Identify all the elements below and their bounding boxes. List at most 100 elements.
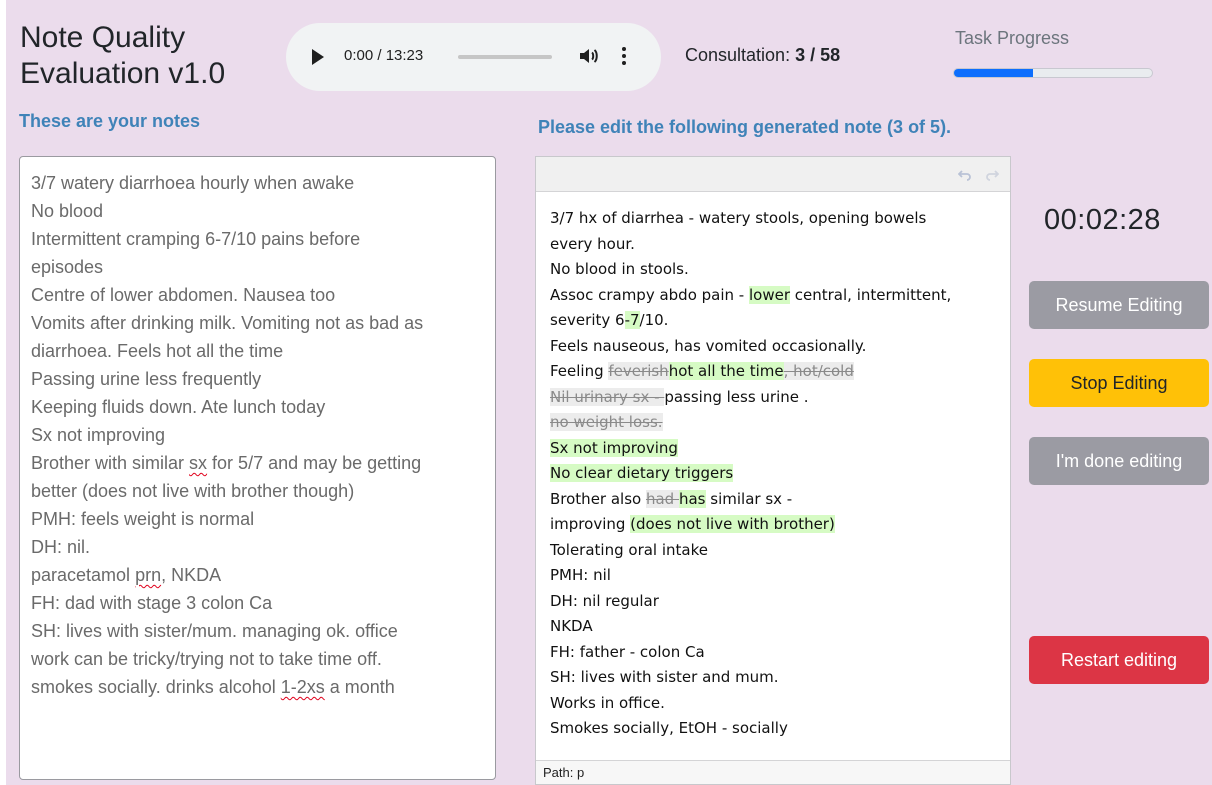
editor-line: no weight loss. xyxy=(550,410,1000,436)
notes-line: episodes xyxy=(31,253,485,281)
editor-line: DH: nil regular xyxy=(550,589,1000,615)
text-segment: passing less urine . xyxy=(664,387,809,406)
text-segment: Keeping fluids down. Ate lunch today xyxy=(31,397,326,417)
deleted-text: had xyxy=(645,489,679,508)
editor-line: Brother also had has similar sx - xyxy=(550,487,1000,513)
text-segment: every hour. xyxy=(550,234,635,253)
editor-line: Feeling feverishhot all the time, hot/co… xyxy=(550,359,1000,385)
text-segment: Tolerating oral intake xyxy=(550,540,708,559)
audio-time: 0:00 / 13:23 xyxy=(344,47,424,64)
text-segment: 3/7 hx of diarrhea - watery stools, open… xyxy=(550,209,927,227)
text-segment: FH: dad with stage 3 colon Ca xyxy=(31,593,273,613)
text-segment: , NKDA xyxy=(161,565,222,585)
stop-editing-button[interactable]: Stop Editing xyxy=(1029,359,1209,407)
text-segment: for 5/7 and may be getting xyxy=(207,453,422,473)
task-progress-label: Task Progress xyxy=(955,28,1070,48)
text-segment: paracetamol xyxy=(31,565,136,585)
app-title: Note Quality Evaluation v1.0 xyxy=(20,21,226,90)
editor-line: Sx not improving xyxy=(550,436,1000,462)
undo-icon[interactable] xyxy=(958,167,972,181)
notes-line: FH: dad with stage 3 colon Ca xyxy=(31,589,485,617)
editor-line: Tolerating oral intake xyxy=(550,538,1000,564)
notes-line: 3/7 watery diarrhoea hourly when awake xyxy=(31,169,485,197)
deleted-text: Nil urinary sx - xyxy=(550,387,665,406)
editor-content[interactable]: 3/7 hx of diarrhea - watery stools, open… xyxy=(550,206,1000,742)
play-icon[interactable] xyxy=(312,49,324,65)
inserted-text: has xyxy=(678,489,706,508)
misspelled-word: 1-2xs xyxy=(280,677,325,697)
clinician-notes-textarea[interactable]: 3/7 watery diarrhoea hourly when awake No… xyxy=(19,156,496,780)
text-segment: better (does not live with brother thoug… xyxy=(31,481,355,501)
text-segment: /10. xyxy=(639,311,669,329)
text-segment: Vomits after drinking milk. Vomiting not… xyxy=(31,313,424,333)
notes-line: DH: nil. xyxy=(31,533,485,561)
notes-line: paracetamol prn, NKDA xyxy=(31,561,485,589)
notes-line: Vomits after drinking milk. Vomiting not… xyxy=(31,309,485,337)
text-segment: Passing urine less frequently xyxy=(31,369,262,389)
notes-line: Sx not improving xyxy=(31,421,485,449)
audio-seek-bar[interactable] xyxy=(458,55,552,59)
more-options-icon[interactable] xyxy=(620,44,628,68)
editor-line: No blood in stools. xyxy=(550,257,1000,283)
restart-editing-button[interactable]: Restart editing xyxy=(1029,636,1209,684)
task-progress-fill xyxy=(954,69,1034,77)
inserted-text: Sx not improving xyxy=(550,438,678,457)
text-segment: a month xyxy=(324,677,395,697)
text-segment: central, intermittent, xyxy=(790,285,952,304)
notes-line: Keeping fluids down. Ate lunch today xyxy=(31,393,485,421)
text-segment: Centre of lower abdomen. Nausea too xyxy=(31,285,336,305)
volume-icon[interactable] xyxy=(577,44,601,68)
editor-line: No clear dietary triggers xyxy=(550,461,1000,487)
text-segment: Brother also xyxy=(550,489,646,508)
text-segment: Intermittent cramping 6-7/10 pains befor… xyxy=(31,229,361,249)
text-segment: work can be tricky/trying not to take ti… xyxy=(31,649,382,669)
text-segment: Sx not improving xyxy=(31,425,166,445)
editor-line: improving (does not live with brother) xyxy=(550,512,1000,538)
inserted-text: No clear dietary triggers xyxy=(550,464,734,482)
editor-line: FH: father - colon Ca xyxy=(550,640,1000,666)
inserted-text: lower xyxy=(748,285,790,304)
inserted-text: (does not live with brother) xyxy=(630,515,835,533)
text-segment: SH: lives with sister and mum. xyxy=(550,668,779,686)
editor-line: severity 6-7/10. xyxy=(550,308,1000,334)
resume-editing-button[interactable]: Resume Editing xyxy=(1029,281,1209,329)
done-editing-button[interactable]: I'm done editing xyxy=(1029,437,1209,485)
text-segment: Smokes socially, EtOH - socially xyxy=(550,719,788,737)
notes-line: Passing urine less frequently xyxy=(31,365,485,393)
text-segment: DH: nil. xyxy=(31,537,91,557)
editor-line: Works in office. xyxy=(550,691,1000,717)
audio-player[interactable]: 0:00 / 13:23 xyxy=(286,23,661,91)
notes-line: No blood xyxy=(31,197,485,225)
notes-line: Centre of lower abdomen. Nausea too xyxy=(31,281,485,309)
text-segment: FH: father - colon Ca xyxy=(550,642,705,661)
inserted-text: hot all the time xyxy=(668,362,784,380)
redo-icon[interactable] xyxy=(985,167,999,181)
inserted-text: -7 xyxy=(624,311,640,329)
editor-line: NKDA xyxy=(550,614,1000,640)
consultation-label: Consultation: xyxy=(685,45,796,65)
notes-line: work can be tricky/trying not to take ti… xyxy=(31,645,485,673)
text-segment: PMH: nil xyxy=(550,566,611,584)
notes-line: Intermittent cramping 6-7/10 pains befor… xyxy=(31,225,485,253)
notes-line: better (does not live with brother thoug… xyxy=(31,477,485,505)
editor-toolbar xyxy=(536,157,1010,192)
notes-line: diarrhoea. Feels hot all the time xyxy=(31,337,485,365)
elapsed-timer: 00:02:28 xyxy=(1044,204,1161,236)
text-segment: No blood in stools. xyxy=(550,260,689,278)
note-editor[interactable]: 3/7 hx of diarrhea - watery stools, open… xyxy=(535,156,1011,785)
editor-line: SH: lives with sister and mum. xyxy=(550,665,1000,691)
notes-heading: These are your notes xyxy=(19,111,201,131)
editor-line: every hour. xyxy=(550,232,1000,258)
editor-line: Smokes socially, EtOH - socially xyxy=(550,716,1000,742)
consultation-counter: Consultation: 3 / 58 xyxy=(685,45,840,66)
consultation-value: 3 / 58 xyxy=(795,45,841,65)
left-edge-strip xyxy=(0,0,6,785)
text-segment: Brother with similar xyxy=(31,453,190,473)
misspelled-word: sx xyxy=(189,453,208,473)
notes-line: smokes socially. drinks alcohol 1-2xs a … xyxy=(31,673,485,701)
text-segment: Assoc crampy abdo pain - xyxy=(550,285,749,304)
editor-status-path: Path: p xyxy=(536,760,1010,784)
text-segment: improving xyxy=(550,515,631,533)
text-segment: Feels nauseous, has vomited occasionally… xyxy=(550,336,867,355)
text-segment: severity 6 xyxy=(550,311,625,329)
